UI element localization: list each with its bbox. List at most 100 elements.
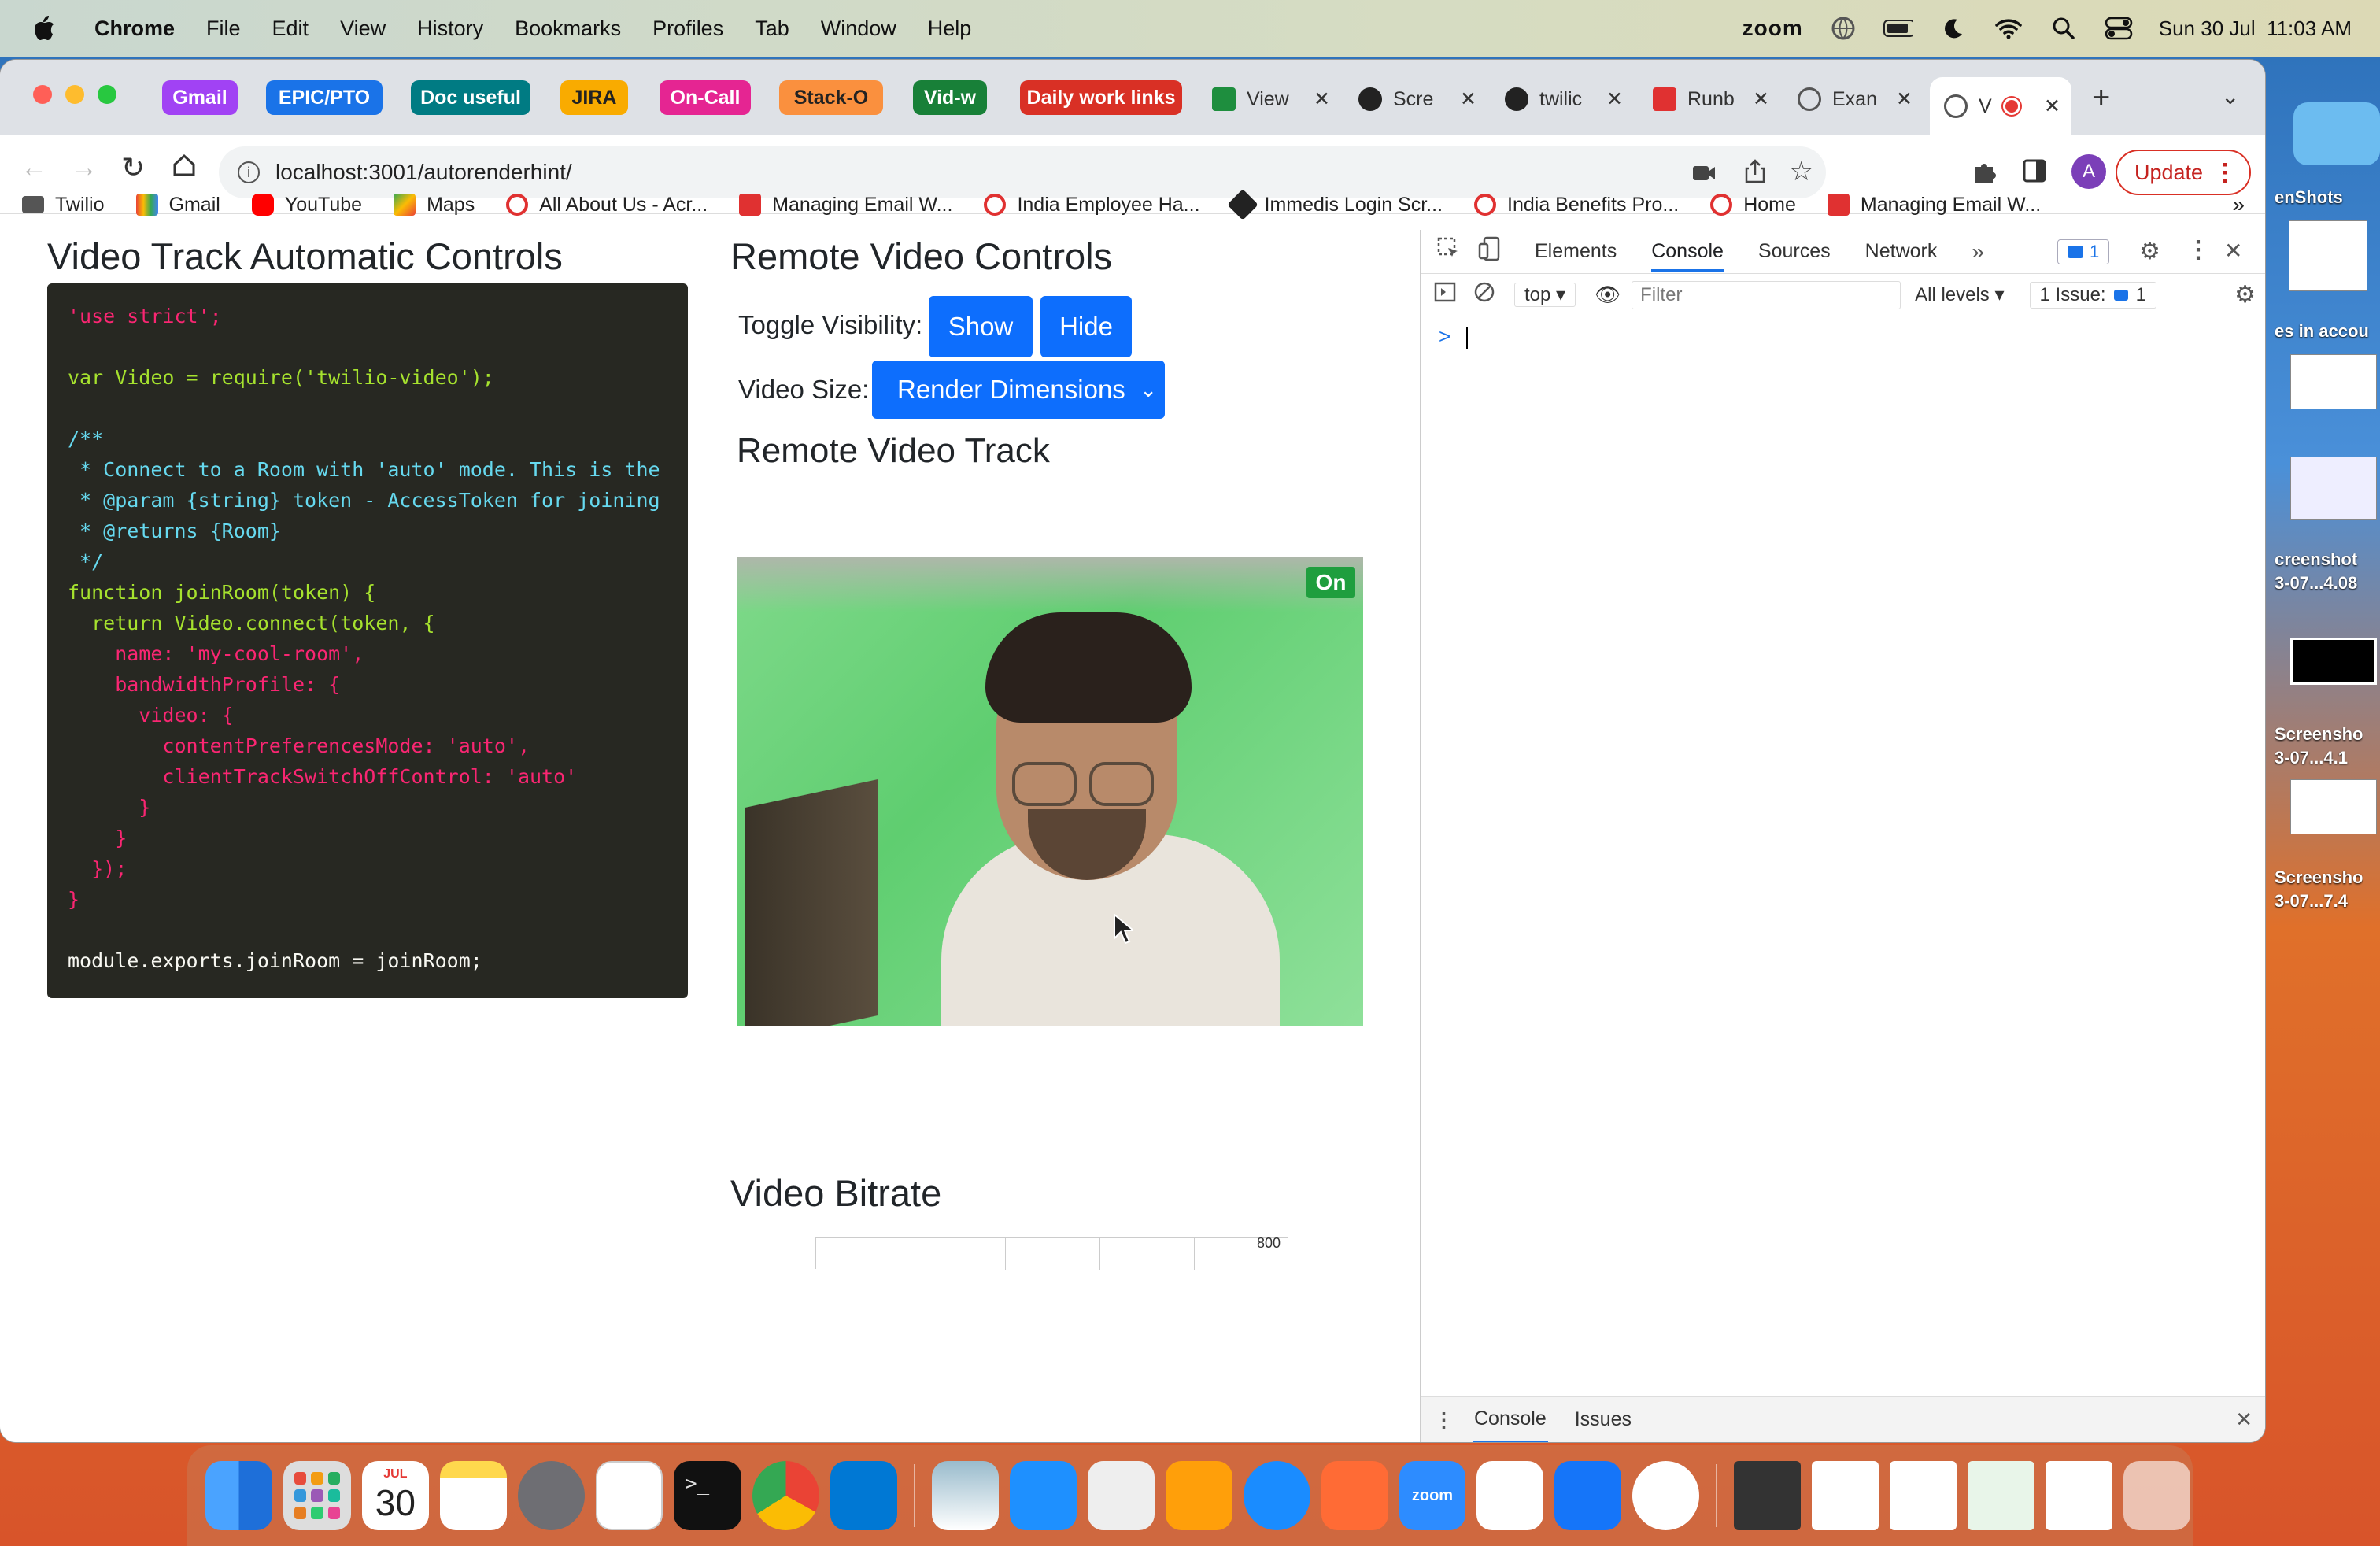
close-window-button[interactable]: [33, 85, 52, 104]
screenshot-thumbnail[interactable]: [2290, 638, 2377, 685]
battery-icon[interactable]: [1883, 13, 1913, 43]
globe-icon[interactable]: [1828, 13, 1858, 43]
inspect-element-icon[interactable]: [1437, 237, 1461, 266]
bookmark-india-benefits[interactable]: India Benefits Pro...: [1474, 194, 1679, 216]
vscode-icon[interactable]: [830, 1461, 897, 1530]
minimized-window-thumbnail[interactable]: [1812, 1461, 1879, 1530]
show-button[interactable]: Show: [929, 296, 1033, 357]
close-drawer-icon[interactable]: ✕: [2235, 1407, 2252, 1432]
menu-history[interactable]: History: [417, 17, 483, 41]
tab-view[interactable]: View ✕: [1212, 77, 1338, 121]
menu-help[interactable]: Help: [928, 17, 972, 41]
freeform-icon[interactable]: [595, 1461, 663, 1530]
tab-group-jira[interactable]: JIRA: [560, 80, 628, 115]
bookmark-india-employee[interactable]: India Employee Ha...: [984, 194, 1200, 216]
menu-file[interactable]: File: [206, 17, 241, 41]
screenshot-thumbnail[interactable]: [2290, 457, 2377, 520]
drawer-tab-console[interactable]: Console: [1473, 1396, 1548, 1442]
hide-button[interactable]: Hide: [1040, 296, 1132, 357]
calendar-icon[interactable]: JUL 30: [361, 1461, 429, 1530]
minimized-window-thumbnail[interactable]: [2046, 1461, 2113, 1530]
bookmark-immedis[interactable]: Immedis Login Scr...: [1226, 189, 1443, 220]
drawer-tab-issues[interactable]: Issues: [1575, 1408, 1632, 1431]
bookmarks-overflow-icon[interactable]: »: [2232, 192, 2245, 217]
tab-search-chevron-icon[interactable]: ⌄: [2221, 83, 2239, 109]
app-store-icon[interactable]: [1009, 1461, 1077, 1530]
slack-icon[interactable]: [1476, 1461, 1544, 1530]
pen-tool-icon[interactable]: [1321, 1461, 1388, 1530]
folder-icon[interactable]: [2293, 102, 2380, 165]
trash-icon[interactable]: [2123, 1461, 2191, 1530]
pages-icon[interactable]: [1165, 1461, 1232, 1530]
menu-bookmarks[interactable]: Bookmarks: [515, 17, 621, 41]
desktop-label[interactable]: Screensho: [2275, 867, 2363, 888]
devtools-more-icon[interactable]: ⋮: [2186, 236, 2210, 264]
desktop-label[interactable]: creenshot: [2275, 549, 2357, 570]
minimized-window-thumbnail[interactable]: [1890, 1461, 1957, 1530]
app-icon[interactable]: [1632, 1461, 1700, 1530]
bookmark-managing-email-2[interactable]: Managing Email W...: [1827, 194, 2041, 216]
console-settings-gear-icon[interactable]: ⚙: [2234, 281, 2256, 309]
home-button[interactable]: [172, 153, 197, 182]
wifi-icon[interactable]: [1994, 13, 2023, 43]
console-filter-input[interactable]: Filter: [1632, 280, 1901, 309]
tab-group-on-call[interactable]: On-Call: [660, 80, 751, 115]
preview-icon[interactable]: [931, 1461, 999, 1530]
forward-button[interactable]: →: [71, 153, 98, 183]
tab-twilio[interactable]: twilic ✕: [1505, 77, 1623, 121]
desktop-label[interactable]: 3-07...7.4: [2275, 891, 2348, 912]
minimized-window-thumbnail[interactable]: [1968, 1461, 2035, 1530]
tab-exam[interactable]: Exan ✕: [1798, 77, 1913, 121]
menu-tab[interactable]: Tab: [755, 17, 789, 41]
context-selector[interactable]: top ▾: [1514, 283, 1576, 307]
apple-icon[interactable]: [28, 13, 60, 44]
back-button[interactable]: ←: [20, 153, 47, 183]
clear-console-icon[interactable]: [1473, 281, 1495, 309]
system-settings-icon[interactable]: [517, 1461, 585, 1530]
devtools-tab-network[interactable]: Network: [1865, 240, 1938, 263]
safari-icon[interactable]: [1243, 1461, 1310, 1530]
spotlight-search-icon[interactable]: [2049, 13, 2079, 43]
close-tab-icon[interactable]: ✕: [1460, 87, 1476, 111]
reload-button[interactable]: ↻: [121, 151, 145, 184]
log-levels-dropdown[interactable]: All levels ▾: [1915, 283, 2004, 306]
launchpad-icon[interactable]: [283, 1461, 351, 1530]
tab-group-epic-pto[interactable]: EPIC/PTO: [266, 80, 382, 115]
video-size-select[interactable]: Render Dimensions ⌄: [872, 361, 1165, 419]
script-editor-icon[interactable]: [1087, 1461, 1155, 1530]
control-center-icon[interactable]: [2104, 13, 2134, 43]
menu-datetime[interactable]: Sun 30 Jul 11:03 AM: [2159, 17, 2352, 41]
console-prompt[interactable]: >: [1439, 324, 1469, 350]
bookmark-all-about-us[interactable]: All About Us - Acr...: [506, 194, 708, 216]
tab-group-doc-useful[interactable]: Doc useful: [411, 80, 530, 115]
terminal-icon[interactable]: >_: [673, 1461, 741, 1530]
tab-group-vid-w[interactable]: Vid-w: [913, 80, 987, 115]
device-toolbar-icon[interactable]: [1478, 236, 1502, 267]
remote-video[interactable]: On: [737, 557, 1363, 1026]
minimized-window-thumbnail[interactable]: [1734, 1461, 1802, 1530]
bookmark-home[interactable]: Home: [1710, 194, 1796, 216]
zoom-window-button[interactable]: [98, 85, 116, 104]
zoom-status-icon[interactable]: zoom: [1743, 16, 1803, 41]
desktop-label[interactable]: 3-07...4.1: [2275, 748, 2348, 768]
issues-button[interactable]: 1 Issue: 1: [2029, 281, 2156, 309]
desktop-label[interactable]: 3-07...4.08: [2275, 573, 2357, 594]
more-tabs-icon[interactable]: »: [1972, 239, 1984, 264]
menu-profiles[interactable]: Profiles: [652, 17, 723, 41]
desktop-label[interactable]: es in accou: [2275, 321, 2369, 342]
menu-app-name[interactable]: Chrome: [94, 17, 175, 41]
menu-edit[interactable]: Edit: [272, 17, 309, 41]
tab-group-stack-o[interactable]: Stack-O: [779, 80, 883, 115]
desktop-label[interactable]: enShots: [2275, 187, 2343, 208]
close-devtools-icon[interactable]: ✕: [2224, 238, 2242, 264]
devtools-tab-console[interactable]: Console: [1651, 231, 1724, 272]
chrome-icon[interactable]: [752, 1461, 819, 1530]
live-expression-eye-icon[interactable]: 👁: [1595, 283, 1621, 307]
tab-group-gmail[interactable]: Gmail: [162, 80, 238, 115]
info-icon[interactable]: i: [238, 161, 260, 183]
drawer-menu-icon[interactable]: ⋮: [1434, 1408, 1454, 1432]
close-tab-icon[interactable]: ✕: [1753, 87, 1769, 111]
finder-icon[interactable]: [205, 1461, 272, 1530]
bookmark-twilio[interactable]: Twilio: [22, 194, 105, 216]
message-count-badge[interactable]: 1: [2057, 239, 2110, 264]
